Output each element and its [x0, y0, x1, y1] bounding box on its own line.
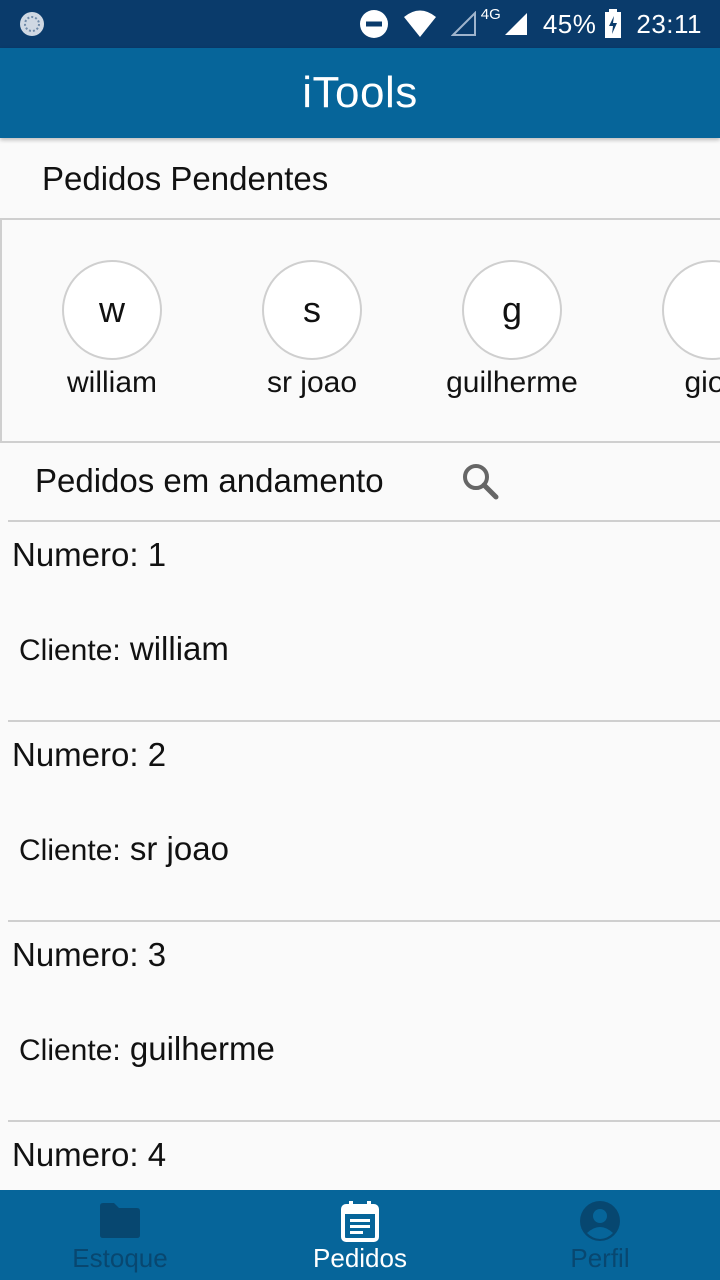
avatar [662, 260, 720, 360]
bottom-navigation: Estoque Pedidos Perfil [0, 1190, 720, 1280]
order-card[interactable]: Numero: 2 Cliente: sr joao [8, 720, 720, 922]
nav-estoque[interactable]: Estoque [0, 1190, 240, 1280]
network-type: 4G [480, 5, 501, 23]
nav-perfil[interactable]: Perfil [480, 1190, 720, 1280]
pending-order-name: guilherme [446, 366, 578, 399]
order-client: Cliente: sr joao [19, 830, 229, 867]
order-number: Numero: 1 [12, 536, 167, 573]
nav-label: Pedidos [313, 1243, 407, 1273]
search-icon[interactable] [458, 460, 502, 504]
app-title: iTools [302, 68, 418, 117]
nav-label: Perfil [570, 1243, 630, 1273]
pending-order-name: william [67, 366, 157, 399]
nav-label: Estoque [72, 1243, 168, 1273]
order-number: Numero: 3 [12, 936, 167, 973]
battery-percent: 45% [542, 8, 597, 39]
do-not-disturb-icon [359, 10, 388, 38]
order-client: Cliente: william [19, 630, 229, 667]
avatar: g [462, 260, 562, 360]
battery-charging-icon [605, 9, 622, 38]
order-number: Numero: 4 [12, 1136, 167, 1173]
pending-order-name: giov [684, 366, 720, 399]
clock: 23:11 [636, 8, 702, 39]
signal-empty-icon [450, 11, 476, 36]
avatar: w [62, 260, 162, 360]
pending-order-item[interactable]: giov [612, 260, 720, 400]
order-card[interactable]: Numero: 4 [8, 1120, 720, 1190]
pending-order-item[interactable]: w william [12, 260, 212, 400]
nav-pedidos[interactable]: Pedidos [240, 1190, 480, 1280]
pending-order-name: sr joao [266, 366, 358, 399]
avatar: s [262, 260, 362, 360]
in-progress-title: Pedidos em andamento [35, 462, 384, 499]
order-client: Cliente: guilherme [19, 1030, 275, 1067]
pending-order-item[interactable]: s sr joao [212, 260, 412, 400]
pending-orders-carousel[interactable]: w william s sr joao g guilherme giov [0, 218, 720, 443]
folder-icon [100, 1203, 140, 1238]
order-card[interactable]: Numero: 1 Cliente: william [8, 520, 720, 722]
signal-icon [504, 13, 527, 35]
wifi-icon [403, 10, 436, 37]
app-notification-icon [20, 12, 44, 36]
status-bar: 4G 45% 23:11 [0, 0, 720, 48]
account-icon [580, 1201, 620, 1241]
orders-list[interactable]: Numero: 1 Cliente: william Numero: 2 Cli… [0, 520, 720, 1190]
calendar-icon [341, 1201, 379, 1242]
order-number: Numero: 2 [12, 736, 167, 773]
pending-orders-title: Pedidos Pendentes [42, 160, 329, 197]
order-card[interactable]: Numero: 3 Cliente: guilherme [8, 920, 720, 1122]
pending-order-item[interactable]: g guilherme [412, 260, 612, 400]
app-bar: iTools [0, 48, 720, 138]
